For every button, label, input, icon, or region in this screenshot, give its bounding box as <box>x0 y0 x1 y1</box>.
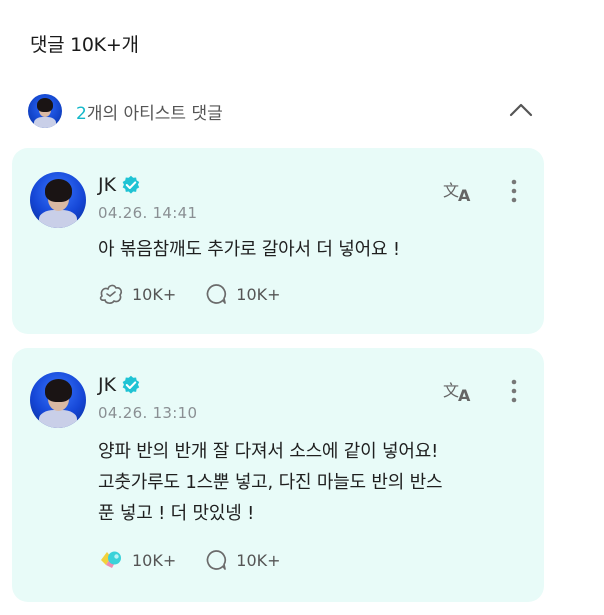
avatar <box>28 94 62 128</box>
svg-text:文: 文 <box>443 381 459 400</box>
more-options-icon[interactable] <box>510 178 518 204</box>
comment-author[interactable]: JK <box>98 174 141 196</box>
comment-actions: 10K+ 10K+ <box>98 548 309 572</box>
translate-icon[interactable]: 文 A <box>442 378 476 404</box>
comment-timestamp: 04.26. 13:10 <box>98 404 198 422</box>
svg-text:A: A <box>458 386 471 404</box>
svg-text:A: A <box>458 186 471 204</box>
reaction-filled-icon <box>101 551 121 568</box>
comment-actions: 10K+ 10K+ <box>98 282 309 306</box>
avatar[interactable] <box>30 172 86 228</box>
reaction-button[interactable]: 10K+ <box>98 282 176 306</box>
reply-count: 10K+ <box>236 550 281 570</box>
svg-text:文: 文 <box>443 181 459 200</box>
verified-badge-icon <box>122 175 140 194</box>
reply-button[interactable]: 10K+ <box>204 548 281 572</box>
speech-bubble-icon <box>206 550 227 570</box>
comment-author[interactable]: JK <box>98 374 141 396</box>
reaction-button[interactable]: 10K+ <box>98 548 176 572</box>
reaction-outline-icon <box>99 284 123 304</box>
chevron-up-icon[interactable] <box>508 99 534 121</box>
speech-bubble-icon <box>206 284 227 304</box>
comment-text: 양파 반의 반개 잘 다져서 소스에 같이 넣어요! 고춧가루도 1스뿐 넣고,… <box>98 441 443 524</box>
reply-count: 10K+ <box>236 284 281 304</box>
comment-card: JK 04.26. 14:41 文 A 아 볶음참깨도 추가로 갈아서 더 넣어… <box>12 148 544 334</box>
reaction-count: 10K+ <box>132 284 177 304</box>
avatar[interactable] <box>30 372 86 428</box>
translate-icon[interactable]: 文 A <box>442 178 476 204</box>
comment-text: 아 볶음참깨도 추가로 갈아서 더 넣어요 ! <box>98 239 400 260</box>
artist-comments-count: 2 <box>76 103 87 124</box>
comment-timestamp: 04.26. 14:41 <box>98 204 198 222</box>
verified-badge-icon <box>122 375 140 394</box>
artist-comments-label: 2개의 아티스트 댓글 <box>76 103 223 124</box>
reaction-count: 10K+ <box>132 550 177 570</box>
comment-card: JK 04.26. 13:10 文 A 양파 반의 반개 잘 다져서 소스에 같… <box>12 348 544 602</box>
more-options-icon[interactable] <box>510 378 518 404</box>
reply-button[interactable]: 10K+ <box>204 282 281 306</box>
comments-count-title: 댓글 10K+개 <box>30 34 139 56</box>
comments-page: 댓글 10K+개 2개의 아티스트 댓글 JK 04.26. 14:41 文 A <box>0 0 604 615</box>
artist-comments-toggle[interactable]: 2개의 아티스트 댓글 <box>28 93 548 129</box>
